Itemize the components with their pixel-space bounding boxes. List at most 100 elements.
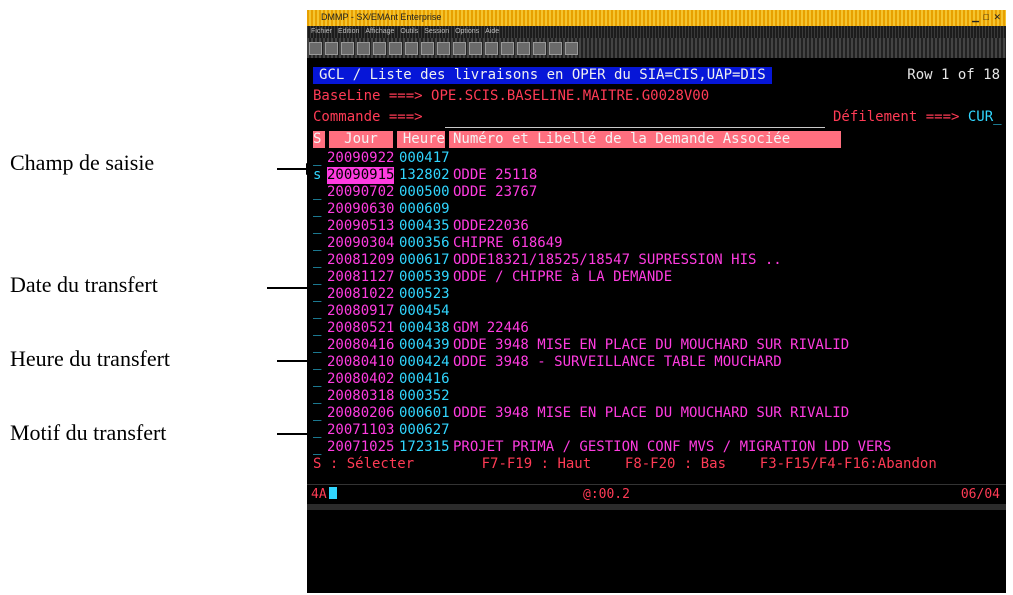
menu-item-aide[interactable]: Aide	[485, 28, 499, 35]
baseline-value: OPE.SCIS.BASELINE.MAITRE.G0028V00	[431, 88, 710, 104]
toolbar-button[interactable]	[501, 42, 514, 55]
toolbar-button[interactable]	[421, 42, 434, 55]
select-field[interactable]: _	[313, 405, 321, 422]
menu-item-session[interactable]: Session	[424, 28, 449, 35]
toolbar-button[interactable]	[453, 42, 466, 55]
select-field[interactable]: _	[313, 252, 321, 269]
motif-cell: GDM 22446	[453, 320, 529, 336]
window-footer	[307, 504, 1006, 510]
toolbar-button[interactable]	[549, 42, 562, 55]
toolbar-button[interactable]	[325, 42, 338, 55]
window-controls[interactable]: ▁ □ ✕	[972, 12, 1002, 23]
select-field[interactable]: _	[313, 303, 321, 320]
baseline-label: BaseLine ===>	[313, 88, 423, 104]
time-cell: 000435	[399, 218, 450, 234]
time-cell: 000439	[399, 337, 450, 353]
motif-cell: ODDE / CHIPRE à LA DEMANDE	[453, 269, 673, 285]
select-field[interactable]: _	[313, 388, 321, 405]
toolbar-button[interactable]	[469, 42, 482, 55]
select-field[interactable]: _	[313, 201, 321, 218]
command-input[interactable]	[445, 114, 825, 128]
toolbar-button[interactable]	[389, 42, 402, 55]
scroll-label: Défilement ===>	[833, 109, 960, 125]
select-field[interactable]: _	[313, 150, 321, 167]
date-cell: 20080917	[327, 303, 395, 319]
date-cell: 20090630	[327, 201, 395, 217]
cursor-block	[328, 487, 337, 499]
date-cell: 20071025	[327, 439, 395, 455]
time-cell: 000523	[399, 286, 450, 302]
select-field[interactable]: _	[313, 286, 321, 303]
terminal-window: DMMP - SX/EMAnt Enterprise ▁ □ ✕ Fichier…	[307, 10, 1006, 593]
toolbar-button[interactable]	[341, 42, 354, 55]
time-cell: 000424	[399, 354, 450, 370]
scroll-line: Défilement ===> CUR_	[833, 109, 1002, 125]
toolbar-button[interactable]	[485, 42, 498, 55]
date-cell: 20081209	[327, 252, 395, 268]
annotation-date-du-transfert: Date du transfert	[10, 272, 158, 297]
toolbar-button[interactable]	[565, 42, 578, 55]
menu-bar: Fichier Edition Affichage Outils Session…	[307, 26, 1006, 38]
toolbar-button[interactable]	[437, 42, 450, 55]
select-field[interactable]: _	[313, 218, 321, 235]
row-info: Row 1 of 18	[907, 67, 1000, 83]
function-key-legend: S : Sélecter F7-F19 : Haut F8-F20 : Bas …	[313, 456, 937, 473]
annotation-champ-de-saisie: Champ de saisie	[10, 150, 155, 175]
motif-cell: PROJET PRIMA / GESTION CONF MVS / MIGRAT…	[453, 439, 892, 455]
select-field[interactable]: _	[313, 422, 321, 439]
legend-up: F7-F19 : Haut	[481, 456, 592, 472]
time-cell: 000417	[399, 150, 450, 166]
select-field[interactable]: _	[313, 320, 321, 337]
toolbar-button[interactable]	[405, 42, 418, 55]
motif-cell: ODDE 23767	[453, 184, 538, 200]
scroll-input[interactable]: CUR	[968, 109, 993, 125]
time-cell: 000454	[399, 303, 450, 319]
date-cell: 20080402	[327, 371, 395, 387]
menu-item-edition[interactable]: Edition	[338, 28, 359, 35]
legend-abandon: F3-F15/F4-F16:Abandon	[759, 456, 937, 472]
time-cell: 000352	[399, 388, 450, 404]
date-cell: 20080318	[327, 388, 395, 404]
toolbar-button[interactable]	[373, 42, 386, 55]
toolbar-button[interactable]	[309, 42, 322, 55]
date-cell: 20080416	[327, 337, 395, 353]
time-cell: 000500	[399, 184, 450, 200]
motif-cell: ODDE18321/18525/18547 SUPRESSION HIS ..	[453, 252, 782, 268]
window-titlebar: DMMP - SX/EMAnt Enterprise ▁ □ ✕	[307, 10, 1006, 26]
select-field[interactable]: s	[313, 167, 321, 184]
table-header: S Jour Heure Numéro et Libellé de la Dem…	[313, 131, 841, 148]
date-cell: 20080206	[327, 405, 395, 421]
legend-select: S : Sélecter	[313, 456, 415, 472]
response-time: @:00.2	[583, 487, 630, 502]
toolbar-button[interactable]	[357, 42, 370, 55]
baseline-line: BaseLine ===> OPE.SCIS.BASELINE.MAITRE.G…	[313, 88, 709, 105]
column-header-heure: Heure	[397, 131, 445, 148]
select-field[interactable]: _	[313, 354, 321, 371]
select-field[interactable]: _	[313, 337, 321, 354]
time-cell: 000416	[399, 371, 450, 387]
date-cell: 20090304	[327, 235, 395, 251]
legend-down: F8-F20 : Bas	[624, 456, 727, 472]
column-header-s: S	[313, 131, 325, 148]
select-field[interactable]: _	[313, 269, 321, 286]
date-cell: 20071103	[327, 422, 395, 438]
select-field[interactable]: _	[313, 439, 321, 456]
select-field[interactable]: _	[313, 371, 321, 388]
session-indicator: 4A	[311, 487, 337, 502]
menu-item-affichage[interactable]: Affichage	[365, 28, 394, 35]
menu-item-fichier[interactable]: Fichier	[311, 28, 332, 35]
date-cell: 20090513	[327, 218, 395, 234]
menu-item-options[interactable]: Options	[455, 28, 479, 35]
column-header-jour: Jour	[329, 131, 393, 148]
date-cell: 20090915	[327, 167, 395, 184]
date-cell: 20080410	[327, 354, 395, 370]
motif-cell: ODDE 3948 MISE EN PLACE DU MOUCHARD SUR …	[453, 337, 850, 353]
date-cell: 20080521	[327, 320, 395, 336]
select-field[interactable]: _	[313, 184, 321, 201]
date-cell: 20090922	[327, 150, 395, 166]
menu-item-outils[interactable]: Outils	[400, 28, 418, 35]
time-cell: 000609	[399, 201, 450, 217]
toolbar-button[interactable]	[517, 42, 530, 55]
toolbar-button[interactable]	[533, 42, 546, 55]
select-field[interactable]: _	[313, 235, 321, 252]
